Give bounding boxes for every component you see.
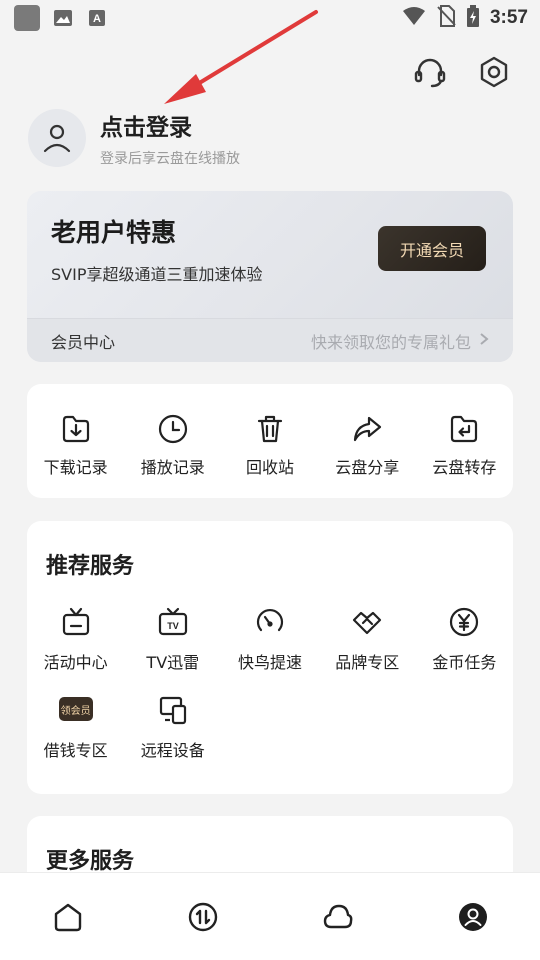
member-badge-icon: 领会员 xyxy=(58,697,93,721)
recommended-services-card: 推荐服务 活动中心 TV TV迅雷 快鸟提速 品牌专区 金币任务 领会员 借钱专… xyxy=(27,521,513,794)
transfer-icon xyxy=(188,902,217,932)
vip-promo-card[interactable]: 老用户特惠 SVIP享超级通道三重加速体验 开通会员 会员中心 快来领取您的专属… xyxy=(27,191,513,362)
bottom-tab-bar xyxy=(0,872,540,960)
gift-pack-label: 快来领取您的专属礼包 xyxy=(310,332,471,352)
section-title: 推荐服务 xyxy=(46,554,135,579)
download-folder-icon xyxy=(62,415,89,443)
svg-text:TV: TV xyxy=(167,621,179,631)
service-tv-xunlei[interactable]: TV TV迅雷 xyxy=(124,605,221,673)
vip-title: 老用户特惠 xyxy=(51,218,177,247)
service-label: 远程设备 xyxy=(140,741,205,760)
member-center-label: 会员中心 xyxy=(51,332,116,352)
quick-action-label: 云盘转存 xyxy=(432,458,497,477)
service-label: 金币任务 xyxy=(432,653,497,672)
avatar[interactable] xyxy=(28,109,86,167)
image-icon xyxy=(52,7,74,29)
quick-action-cloud-transfer[interactable]: 云盘转存 xyxy=(416,412,513,498)
login-prompt[interactable]: 点击登录 登录后享云盘在线播放 xyxy=(28,108,240,168)
tab-cloud[interactable] xyxy=(270,901,405,933)
quick-action-label: 播放记录 xyxy=(140,458,205,477)
clock-time: 3:57 xyxy=(489,7,528,28)
tab-profile[interactable] xyxy=(405,901,540,933)
tv-box-icon xyxy=(59,605,93,639)
remote-device-icon xyxy=(156,693,190,727)
quick-action-download-history[interactable]: 下载记录 xyxy=(27,412,124,498)
service-activity-center[interactable]: 活动中心 xyxy=(27,605,124,673)
service-remote-device[interactable]: 远程设备 xyxy=(124,693,221,761)
annotation-arrow-icon xyxy=(164,10,318,104)
cloud-icon xyxy=(323,904,352,929)
font-icon: A xyxy=(86,7,108,29)
tab-home[interactable] xyxy=(0,901,135,933)
section-title: 更多服务 xyxy=(46,849,135,874)
trash-icon xyxy=(257,415,283,443)
service-brand-zone[interactable]: 品牌专区 xyxy=(319,605,416,673)
coin-icon xyxy=(447,605,481,639)
service-label: TV迅雷 xyxy=(146,653,200,672)
vip-description: SVIP享超级通道三重加速体验 xyxy=(51,265,263,284)
quick-action-cloud-share[interactable]: 云盘分享 xyxy=(319,412,416,498)
quick-action-label: 下载记录 xyxy=(43,458,108,477)
clock-icon xyxy=(158,414,187,444)
quick-action-label: 回收站 xyxy=(246,458,295,477)
handshake-icon xyxy=(350,605,384,639)
service-label: 借钱专区 xyxy=(43,741,108,760)
service-label: 快鸟提速 xyxy=(237,653,302,672)
login-title[interactable]: 点击登录 xyxy=(100,108,240,142)
service-label: 活动中心 xyxy=(43,653,108,672)
speedometer-icon xyxy=(253,605,287,639)
battery-icon xyxy=(466,5,480,31)
home-icon xyxy=(54,903,81,932)
open-membership-button[interactable]: 开通会员 xyxy=(378,226,486,271)
login-subtitle: 登录后享云盘在线播放 xyxy=(100,151,240,167)
svg-text:A: A xyxy=(93,13,101,25)
tv-icon: TV xyxy=(156,605,190,639)
tab-transfer[interactable] xyxy=(135,901,270,933)
quick-action-recycle-bin[interactable]: 回收站 xyxy=(221,412,318,498)
member-center-row[interactable]: 会员中心 快来领取您的专属礼包 xyxy=(27,318,513,362)
transfer-folder-icon xyxy=(451,415,478,443)
chevron-right-icon xyxy=(479,331,489,350)
profile-icon xyxy=(458,903,487,931)
wifi-icon xyxy=(402,6,426,30)
service-kuainiao-speedup[interactable]: 快鸟提速 xyxy=(221,605,318,673)
quick-actions-card: 下载记录 播放记录 回收站 云盘分享 云盘转存 xyxy=(27,384,513,498)
quick-action-play-history[interactable]: 播放记录 xyxy=(124,412,221,498)
service-coin-tasks[interactable]: 金币任务 xyxy=(416,605,513,673)
app-icon xyxy=(14,5,40,31)
headset-icon[interactable] xyxy=(412,54,448,90)
no-sim-icon xyxy=(436,5,456,31)
share-icon xyxy=(354,416,382,442)
quick-action-label: 云盘分享 xyxy=(335,458,400,477)
service-loan-zone[interactable]: 领会员 借钱专区 xyxy=(27,693,124,761)
settings-icon[interactable] xyxy=(476,54,512,90)
service-label: 品牌专区 xyxy=(335,653,400,672)
